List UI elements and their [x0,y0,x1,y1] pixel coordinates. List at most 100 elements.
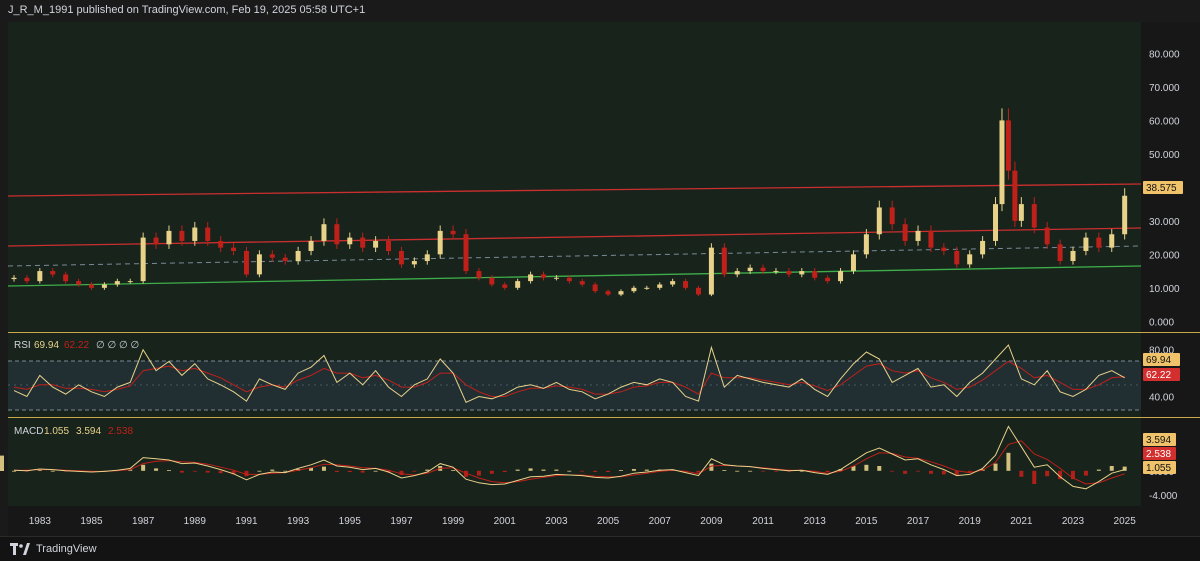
candle-body[interactable] [708,247,714,295]
candle-body[interactable] [373,240,379,248]
candle-body[interactable] [192,227,198,241]
candle-body[interactable] [760,267,766,272]
macd-histogram-bar [890,470,895,472]
candle-body[interactable] [1005,120,1011,171]
candle-body[interactable] [579,281,585,285]
candle-body[interactable] [721,247,727,275]
candle-body[interactable] [334,224,340,245]
footer-brand: TradingView [36,543,97,555]
candle-body[interactable] [683,281,689,288]
candle-body[interactable] [450,230,456,235]
candle-body[interactable] [670,281,676,285]
candle-body[interactable] [980,240,986,255]
candle-body[interactable] [566,277,572,282]
candle-body[interactable] [528,274,534,282]
candle-body[interactable] [889,207,895,225]
candle-body[interactable] [63,274,69,282]
candle-body[interactable] [773,271,779,273]
candle-body[interactable] [1083,237,1089,251]
candle-body[interactable] [101,284,107,288]
candle-body[interactable] [114,281,120,285]
candle-body[interactable] [411,261,417,265]
candle-body[interactable] [386,240,392,251]
candle-body[interactable] [282,257,288,262]
candle-body[interactable] [1070,250,1076,262]
macd-histogram-bar [1006,452,1011,471]
candle-body[interactable] [269,254,275,258]
candle-body[interactable] [166,230,172,245]
candle-body[interactable] [347,237,353,245]
candle-body[interactable] [631,287,637,292]
candle-body[interactable] [1044,227,1050,245]
candle-body[interactable] [295,250,301,262]
macd-histogram-bar [451,470,456,471]
candle-body[interactable] [24,277,30,282]
candle-body[interactable] [592,284,598,292]
candle-body[interactable] [205,227,211,241]
candle-body[interactable] [644,287,650,289]
candle-body[interactable] [799,271,805,275]
rsi-band [8,361,1141,410]
candle-body[interactable] [786,271,792,275]
candle-body[interactable] [360,237,366,248]
candle-body[interactable] [902,224,908,241]
candle-body[interactable] [218,240,224,248]
candle-body[interactable] [954,250,960,265]
candle-body[interactable] [941,247,947,251]
candle-body[interactable] [140,237,146,282]
candle-body[interactable] [999,120,1005,205]
time-axis-tick: 1993 [287,516,310,527]
candle-body[interactable] [37,271,43,282]
candle-body[interactable] [11,277,17,280]
candle-body[interactable] [424,254,430,262]
tradingview-logo[interactable]: TradingView [10,543,97,555]
candle-body[interactable] [1012,170,1018,221]
candle-body[interactable] [515,281,521,288]
candle-body[interactable] [231,247,237,251]
candle-body[interactable] [747,267,753,272]
candle-body[interactable] [321,224,327,241]
candle-body[interactable] [863,234,869,255]
candle-body[interactable] [88,284,94,288]
candle-body[interactable] [695,287,701,295]
candle-body[interactable] [1031,204,1037,228]
candle-body[interactable] [243,250,249,275]
candle-body[interactable] [1096,237,1102,248]
candle-body[interactable] [734,271,740,275]
candle-body[interactable] [553,277,559,279]
candle-body[interactable] [127,281,133,283]
candle-body[interactable] [398,250,404,265]
candle-body[interactable] [928,230,934,248]
candle-body[interactable] [825,277,831,282]
candle-body[interactable] [605,291,611,295]
candle-body[interactable] [838,271,844,282]
candle-body[interactable] [967,254,973,265]
candle-body[interactable] [1122,195,1128,235]
time-axis-tick: 1985 [80,516,103,527]
candle-body[interactable] [476,271,482,278]
chart-canvas[interactable]: 80.00070.00060.00050.00040.00030.00020.0… [0,0,1200,536]
candle-body[interactable] [812,271,818,278]
candle-body[interactable] [502,284,508,288]
candle-body[interactable] [1018,204,1024,221]
candle-body[interactable] [489,277,495,285]
candle-body[interactable] [1109,234,1115,248]
candle-body[interactable] [876,207,882,235]
candle-body[interactable] [463,234,469,272]
candle-body[interactable] [541,274,547,278]
candle-body[interactable] [437,230,443,255]
candle-body[interactable] [153,237,159,245]
candle-body[interactable] [76,281,82,285]
candle-body[interactable] [618,291,624,295]
candle-body[interactable] [657,284,663,288]
candle-body[interactable] [50,271,56,275]
macd-histogram-bar [283,470,288,472]
candle-body[interactable] [993,204,999,241]
candle-body[interactable] [850,254,856,272]
time-axis-tick: 1999 [442,516,465,527]
candle-body[interactable] [915,230,921,241]
candle-body[interactable] [308,240,314,251]
candle-body[interactable] [1057,244,1063,262]
candle-body[interactable] [179,230,185,241]
candle-body[interactable] [256,254,262,275]
